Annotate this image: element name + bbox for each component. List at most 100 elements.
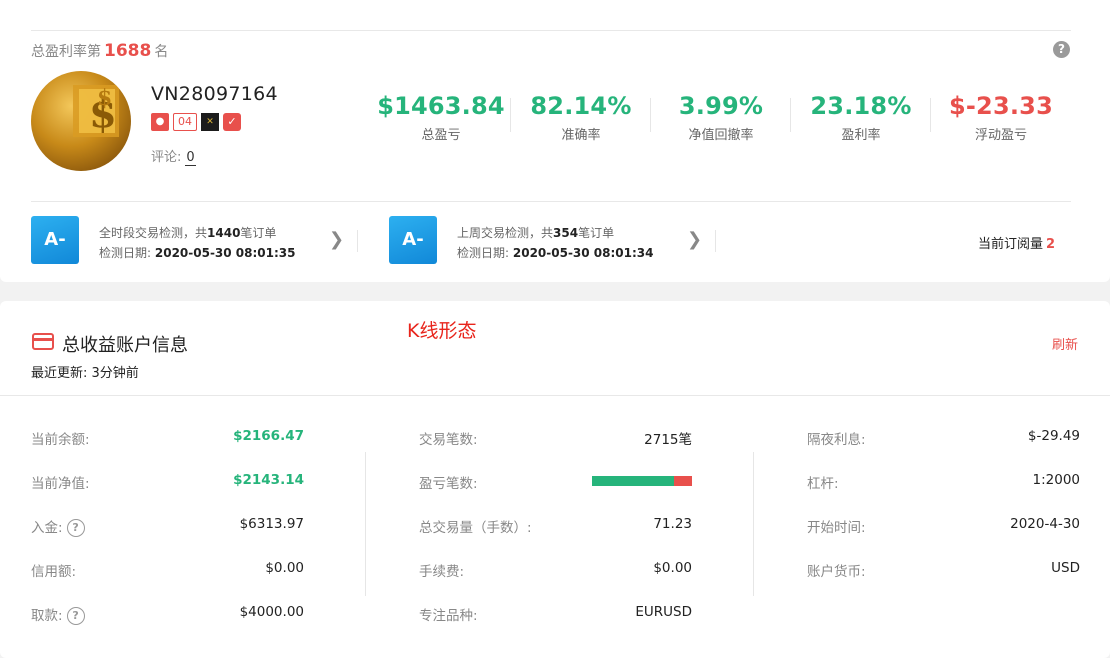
detection-date-line: 检测日期: 2020-05-30 08:01:35	[99, 244, 296, 261]
badge-row: ● 04 ✕ ✓	[151, 113, 241, 131]
detection-count: 1440	[207, 226, 241, 240]
row-equity: 当前净值: $2143.14	[31, 472, 304, 492]
comment-count-link[interactable]: 0	[185, 150, 196, 166]
row-deposit: 入金:? $6313.97	[31, 516, 304, 537]
help-icon[interactable]: ?	[1053, 41, 1070, 58]
stat-label: 净值回撤率	[688, 128, 754, 143]
updated-value: 3分钟前	[91, 366, 139, 381]
stat-label: 盈利率	[841, 128, 881, 143]
row-key: 当前净值:	[31, 476, 90, 492]
win-loss-bar[interactable]	[592, 476, 692, 486]
detection-suffix: 笔订单	[240, 226, 277, 240]
detection-prefix: 上周交易检测，共	[457, 226, 554, 240]
row-key: 信用额:	[31, 564, 77, 580]
row-key: 杠杆:	[807, 476, 839, 492]
row-value: $2166.47	[233, 428, 304, 444]
stat-value: 23.18%	[810, 92, 912, 120]
row-value: 71.23	[653, 516, 692, 532]
mid-divider	[31, 201, 1071, 202]
section-divider	[0, 395, 1110, 396]
row-commission: 手续费: $0.00	[419, 560, 692, 580]
row-trade-count: 交易笔数: 2715笔	[419, 428, 692, 448]
stat-floating-pnl: $-23.33 浮动盈亏	[931, 90, 1071, 143]
row-key: 专注品种:	[419, 608, 478, 624]
row-value: $-29.49	[1027, 428, 1080, 444]
row-value: $6313.97	[239, 516, 304, 532]
stat-label: 总盈亏	[421, 128, 461, 143]
stat-total-pnl: $1463.84 总盈亏	[371, 90, 511, 143]
shield-verified-icon: ✓	[223, 113, 241, 131]
avatar[interactable]: $ $	[31, 71, 131, 171]
row-key: 盈亏笔数:	[419, 476, 478, 492]
detection-summary: 全时段交易检测，共1440笔订单	[99, 224, 276, 241]
detection-suffix: 笔订单	[578, 226, 615, 240]
rank-number: 1688	[104, 41, 152, 61]
card-icon	[32, 333, 54, 350]
svg-text:$: $	[97, 85, 112, 111]
subscription-number: 2	[1046, 237, 1056, 252]
rank-prefix: 总盈利率第	[31, 44, 101, 60]
detection-summary: 上周交易检测，共354笔订单	[457, 224, 614, 241]
row-withdrawal: 取款:? $4000.00	[31, 604, 304, 625]
stat-value: 82.14%	[530, 92, 632, 120]
row-balance: 当前余额: $2166.47	[31, 428, 304, 448]
row-key: 账户货币:	[807, 564, 866, 580]
help-icon[interactable]: ?	[66, 519, 85, 537]
detection-divider	[357, 230, 358, 252]
subscription-count: 当前订阅量 2	[978, 233, 1055, 252]
help-icon[interactable]: ?	[66, 607, 85, 625]
stat-drawdown: 3.99% 净值回撤率	[651, 90, 791, 143]
follower-icon: ●	[151, 113, 169, 131]
stat-label: 准确率	[561, 128, 601, 143]
row-key: 取款:	[31, 608, 63, 624]
section-title: 总收益账户信息	[62, 335, 188, 356]
detection-date: 2020-05-30 08:01:35	[154, 246, 296, 260]
stat-value: 3.99%	[678, 92, 764, 120]
stat-label: 浮动盈亏	[974, 128, 1027, 143]
broker-logo-icon: ✕	[201, 113, 219, 131]
grade-icon: A-	[31, 216, 79, 264]
column-divider	[753, 452, 754, 596]
rank-suffix: 名	[154, 44, 169, 60]
row-value: EURUSD	[635, 604, 692, 620]
column-divider	[365, 452, 366, 596]
grade-icon: A-	[389, 216, 437, 264]
row-value: $0.00	[653, 560, 692, 576]
top-divider	[31, 30, 1071, 31]
updated-label: 最近更新:	[31, 366, 88, 381]
row-value: $4000.00	[239, 604, 304, 620]
row-key-wrap: 取款:?	[31, 604, 85, 625]
chevron-right-icon[interactable]: ❯	[329, 229, 344, 250]
detection-divider	[715, 230, 716, 252]
win-segment	[592, 476, 674, 486]
row-key: 隔夜利息:	[807, 432, 866, 448]
stat-value: $1463.84	[377, 92, 505, 120]
row-win-loss: 盈亏笔数:	[419, 472, 692, 492]
comment-label: 评论:	[151, 150, 182, 165]
row-key: 总交易量（手数）:	[419, 520, 532, 536]
detection-prefix: 全时段交易检测，共	[99, 226, 208, 240]
row-leverage: 杠杆: 1:2000	[807, 472, 1080, 492]
detection-date-label: 检测日期:	[99, 246, 152, 260]
username[interactable]: VN28097164	[151, 83, 278, 105]
row-value: 2715笔	[644, 432, 692, 448]
avatar-dollar-image: $ $	[73, 85, 119, 137]
detection-date-line: 检测日期: 2020-05-30 08:01:34	[457, 244, 654, 261]
row-value: 2020-4-30	[1010, 516, 1080, 532]
row-start-time: 开始时间: 2020-4-30	[807, 516, 1080, 536]
detection-all-time[interactable]: A- 全时段交易检测，共1440笔订单 检测日期: 2020-05-30 08:…	[31, 216, 357, 266]
row-swap: 隔夜利息: $-29.49	[807, 428, 1080, 448]
stat-value: $-23.33	[949, 92, 1053, 120]
row-key: 开始时间:	[807, 520, 866, 536]
row-value: USD	[1051, 560, 1080, 576]
detection-date-label: 检测日期:	[457, 246, 510, 260]
row-key: 手续费:	[419, 564, 465, 580]
chevron-right-icon[interactable]: ❯	[687, 229, 702, 250]
stat-profit-rate: 23.18% 盈利率	[791, 90, 931, 143]
row-value: $2143.14	[233, 472, 304, 488]
rank-text: 总盈利率第 1688 名	[31, 41, 168, 61]
refresh-button[interactable]: 刷新	[1052, 334, 1078, 353]
detection-last-week[interactable]: A- 上周交易检测，共354笔订单 检测日期: 2020-05-30 08:01…	[389, 216, 715, 266]
detection-date: 2020-05-30 08:01:34	[512, 246, 654, 260]
row-key-wrap: 入金:?	[31, 516, 85, 537]
